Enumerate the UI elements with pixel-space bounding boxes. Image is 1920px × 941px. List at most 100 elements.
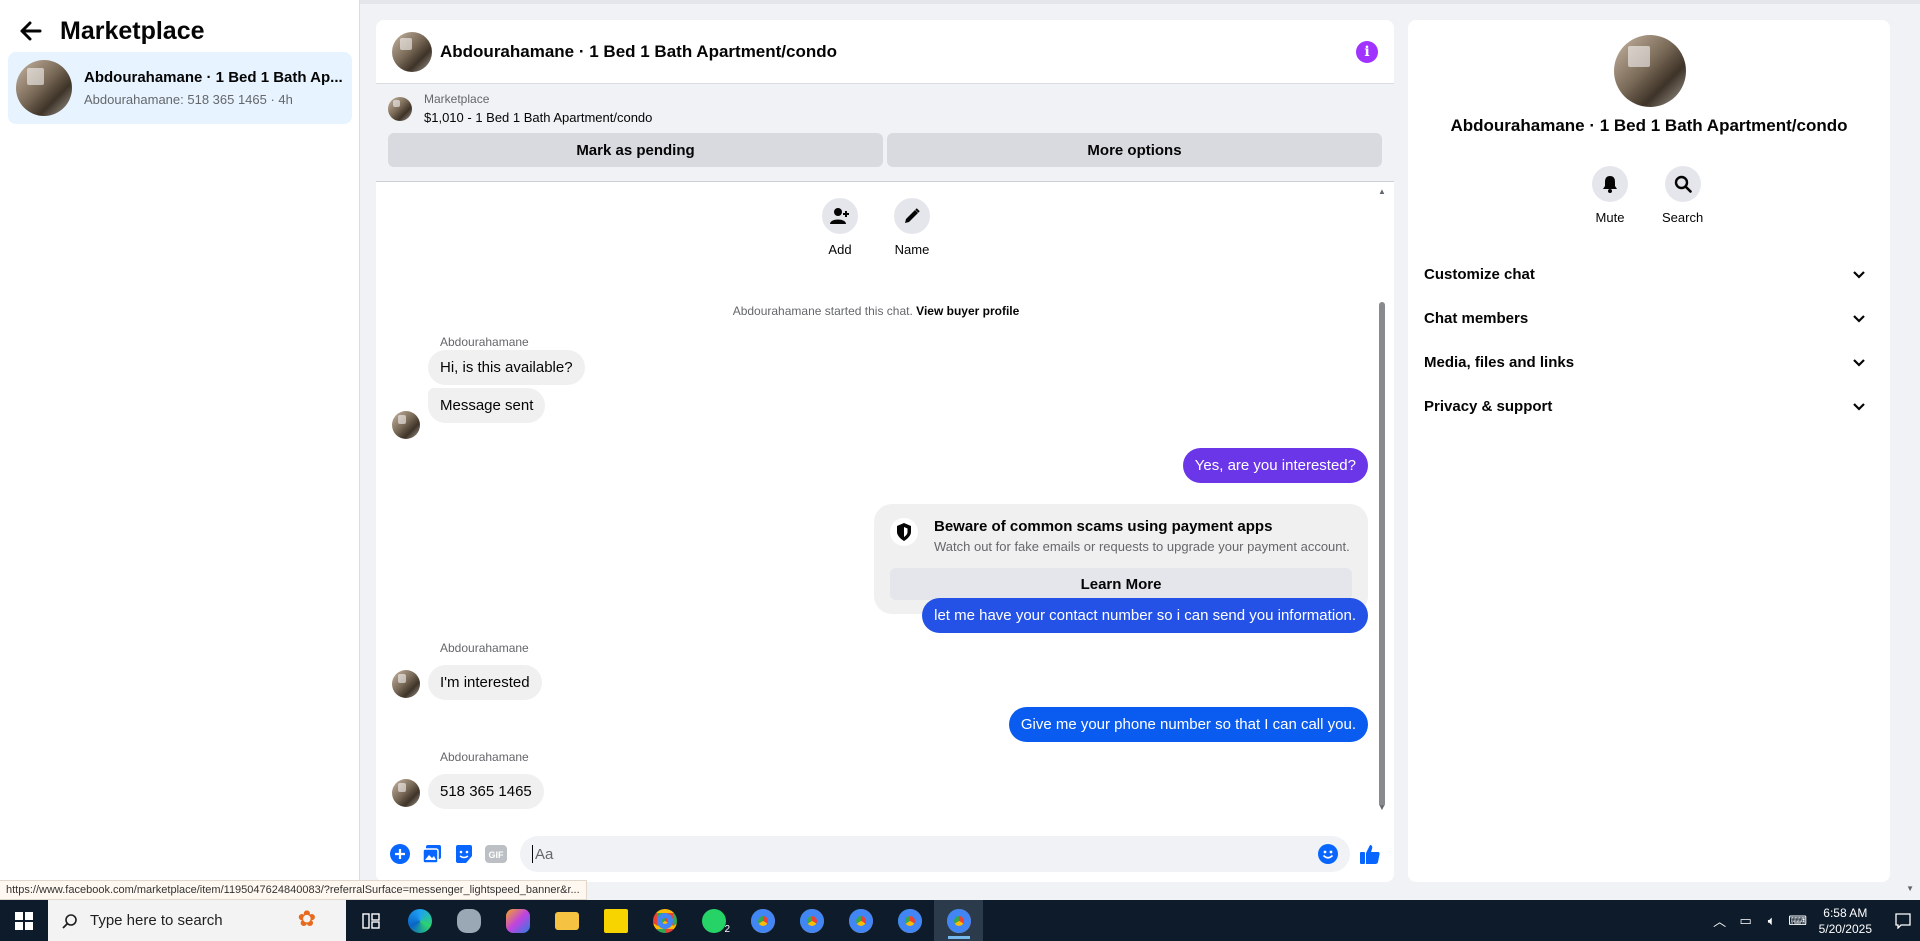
clock-time: 6:58 AM (1823, 905, 1868, 920)
name-label: Name (894, 242, 930, 257)
mark-as-pending-button[interactable]: Mark as pending (388, 133, 883, 167)
marketplace-header: Marketplace (16, 16, 205, 46)
chrome-icon[interactable] (640, 900, 689, 941)
sender-avatar[interactable] (392, 779, 420, 807)
chat-info-panel: Abdourahamane · 1 Bed 1 Bath Apartment/c… (1408, 20, 1890, 882)
sticker-icon[interactable] (448, 838, 480, 870)
search-highlight-icon: ✿ (297, 906, 316, 931)
chrome-profile-icon[interactable] (738, 900, 787, 941)
message-bubble-incoming[interactable]: Hi, is this available? (428, 350, 585, 385)
chevron-down-icon (1852, 354, 1866, 371)
edge-browser-icon[interactable] (395, 900, 444, 941)
customize-chat-section[interactable]: Customize chat (1424, 252, 1874, 296)
speaker-icon[interactable]: 🔈︎ (1761, 913, 1783, 929)
windows-start-icon[interactable] (0, 900, 48, 941)
mute-button[interactable]: Mute (1592, 166, 1628, 225)
windows-taskbar: Type here to search ✿ 2 ︿ ▭ 🔈︎ ⌨︎ 6:58 A… (0, 900, 1920, 941)
message-composer: GIF (376, 832, 1394, 876)
message-input-wrapper (520, 836, 1350, 872)
scroll-down-arrow-icon[interactable]: ▼ (1378, 804, 1386, 812)
page-scroll-down-icon[interactable]: ▼ (1906, 884, 1914, 893)
listing-price[interactable]: $1,010 - 1 Bed 1 Bath Apartment/condo (424, 110, 652, 125)
chevron-up-icon[interactable]: ︿ (1709, 911, 1731, 930)
message-bubble-incoming[interactable]: I'm interested (428, 665, 542, 700)
message-bubble-incoming[interactable]: Message sent (428, 388, 546, 423)
thread-scrollbar[interactable]: ▲ ▼ (1378, 188, 1386, 812)
privacy-support-section[interactable]: Privacy & support (1424, 384, 1874, 428)
conversation-item[interactable]: Abdourahamane · 1 Bed 1 Bath Ap... Abdou… (8, 52, 352, 124)
app-icon[interactable] (444, 900, 493, 941)
taskbar-search-placeholder: Type here to search (90, 912, 223, 929)
bell-icon (1592, 166, 1628, 202)
copilot-icon[interactable] (493, 900, 542, 941)
message-input[interactable] (535, 845, 1318, 863)
back-arrow-icon[interactable] (16, 16, 46, 46)
photo-icon[interactable] (416, 838, 448, 870)
clock[interactable]: 6:58 AM 5/20/2025 (1819, 905, 1872, 937)
add-person-icon (822, 198, 858, 234)
chrome-profile-icon[interactable] (836, 900, 885, 941)
whatsapp-badge: 2 (724, 924, 730, 935)
chevron-down-icon (1852, 310, 1866, 327)
chrome-profile-icon[interactable] (885, 900, 934, 941)
chrome-active-window-icon[interactable] (934, 900, 983, 941)
whatsapp-icon[interactable]: 2 (689, 900, 738, 941)
sender-avatar[interactable] (392, 411, 420, 439)
conversation-name: Abdourahamane · 1 Bed 1 Bath Ap... (84, 69, 343, 86)
scroll-up-arrow-icon[interactable]: ▲ (1378, 188, 1386, 196)
keyboard-icon[interactable]: ⌨︎ (1787, 913, 1809, 929)
sender-avatar[interactable] (392, 670, 420, 698)
conversation-list-panel: Marketplace Abdourahamane · 1 Bed 1 Bath… (0, 0, 360, 900)
taskbar-search-box[interactable]: Type here to search ✿ (48, 900, 346, 941)
system-tray: ︿ ▭ 🔈︎ ⌨︎ 6:58 AM 5/20/2025 (1707, 900, 1920, 941)
section-label: Privacy & support (1424, 397, 1553, 415)
listing-thumbnail[interactable] (388, 96, 412, 121)
chat-header: Abdourahamane · 1 Bed 1 Bath Apartment/c… (376, 20, 1394, 84)
page-title: Marketplace (60, 16, 205, 45)
chat-started-notice: Abdourahamane started this chat. View bu… (376, 304, 1376, 318)
top-divider (360, 0, 1920, 4)
listing-banner: Marketplace $1,010 - 1 Bed 1 Bath Apartm… (376, 84, 1394, 182)
chrome-profile-icon[interactable] (787, 900, 836, 941)
scrollbar-thumb[interactable] (1379, 302, 1385, 807)
network-icon[interactable]: ▭ (1735, 913, 1757, 929)
emoji-icon[interactable] (1318, 844, 1338, 864)
pencil-icon (894, 198, 930, 234)
clock-date: 5/20/2025 (1818, 921, 1872, 936)
link-status-bar: https://www.facebook.com/marketplace/ite… (0, 880, 587, 900)
message-thread[interactable]: ▲ ▼ Add Name Abdourahamane started this … (376, 182, 1394, 822)
add-people-button[interactable]: Add (822, 198, 858, 257)
name-chat-button[interactable]: Name (894, 198, 930, 257)
file-explorer-icon[interactable] (542, 900, 591, 941)
media-files-links-section[interactable]: Media, files and links (1424, 340, 1874, 384)
listing-label: Marketplace (424, 92, 490, 106)
profile-avatar[interactable] (1614, 35, 1686, 107)
message-bubble-incoming[interactable]: 518 365 1465 (428, 774, 544, 809)
message-bubble-outgoing[interactable]: Give me your phone number so that I can … (1008, 707, 1368, 742)
chat-title[interactable]: Abdourahamane · 1 Bed 1 Bath Apartment/c… (440, 42, 1356, 62)
chat-avatar[interactable] (392, 31, 432, 72)
task-view-icon[interactable] (346, 900, 395, 941)
profile-name: Abdourahamane · 1 Bed 1 Bath Apartment/c… (1450, 116, 1848, 135)
search-button[interactable]: Search (1662, 166, 1703, 225)
gif-label: GIF (489, 850, 505, 860)
listing-avatar (16, 60, 72, 116)
search-label: Search (1662, 210, 1704, 225)
plus-circle-icon[interactable] (384, 838, 416, 870)
more-options-button[interactable]: More options (887, 133, 1382, 167)
learn-more-button[interactable]: Learn More (890, 568, 1352, 600)
sender-name: Abdourahamane (440, 750, 529, 764)
sender-name: Abdourahamane (440, 641, 529, 655)
shield-icon (890, 518, 918, 546)
info-icon[interactable]: i (1356, 40, 1378, 63)
chat-members-section[interactable]: Chat members (1424, 296, 1874, 340)
conversation-preview: Abdourahamane: 518 365 1465 · 4h (84, 92, 293, 107)
view-buyer-profile-link[interactable]: View buyer profile (916, 304, 1019, 318)
sticky-notes-icon[interactable] (591, 900, 640, 941)
thumbs-up-icon[interactable] (1354, 838, 1386, 870)
notification-icon[interactable] (1886, 900, 1920, 941)
gif-icon[interactable]: GIF (480, 838, 512, 870)
chevron-down-icon (1852, 398, 1866, 415)
message-bubble-outgoing[interactable]: let me have your contact number so i can… (922, 598, 1368, 633)
message-bubble-outgoing[interactable]: Yes, are you interested? (1182, 448, 1368, 483)
